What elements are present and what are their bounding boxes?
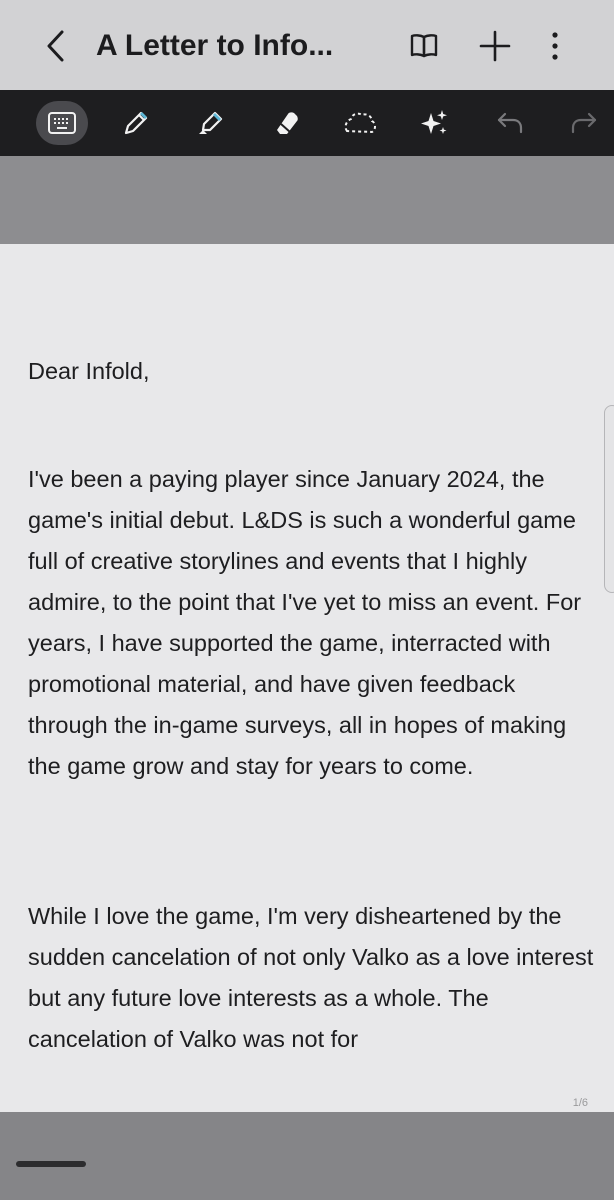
keyboard-tool-button[interactable] <box>36 101 88 145</box>
drawing-toolbar <box>0 90 614 156</box>
body-paragraph-1: I've been a paying player since January … <box>28 466 582 779</box>
redo-icon <box>571 112 597 134</box>
app-bar: A Letter to Info... <box>0 0 614 90</box>
undo-icon <box>497 112 523 134</box>
body-paragraph-2: While I love the game, I'm very disheart… <box>28 903 594 1052</box>
greeting-text: Dear Infold, <box>28 358 150 384</box>
keyboard-icon <box>48 112 76 134</box>
add-button[interactable] <box>473 24 517 68</box>
canvas-margin-bottom <box>0 1112 614 1200</box>
document-page[interactable]: Dear Infold, I've been a paying player s… <box>0 244 614 1112</box>
chevron-left-icon <box>47 30 64 62</box>
navigation-handle[interactable] <box>16 1161 86 1167</box>
sparkles-icon <box>421 110 447 134</box>
page-indicator: 1/6 <box>572 1097 588 1109</box>
eraser-tool-button[interactable] <box>262 101 310 145</box>
plus-icon <box>479 30 511 62</box>
pen-icon <box>124 111 148 135</box>
more-options-button[interactable] <box>533 24 577 68</box>
ai-assist-button[interactable] <box>410 101 458 145</box>
reader-mode-button[interactable] <box>402 24 446 68</box>
undo-button[interactable] <box>486 101 534 145</box>
eraser-icon <box>277 112 298 134</box>
page-title: A Letter to Info... <box>96 29 334 62</box>
lasso-tool-button[interactable] <box>336 101 384 145</box>
more-vertical-icon <box>552 32 558 60</box>
back-button[interactable] <box>36 24 76 68</box>
book-open-icon <box>410 34 438 58</box>
scroll-handle[interactable] <box>604 405 614 593</box>
redo-button[interactable] <box>560 101 608 145</box>
highlighter-icon <box>199 111 223 134</box>
pen-tool-button[interactable] <box>112 101 160 145</box>
canvas-margin-top <box>0 156 614 244</box>
highlighter-tool-button[interactable] <box>186 101 234 145</box>
lasso-icon <box>344 112 376 134</box>
